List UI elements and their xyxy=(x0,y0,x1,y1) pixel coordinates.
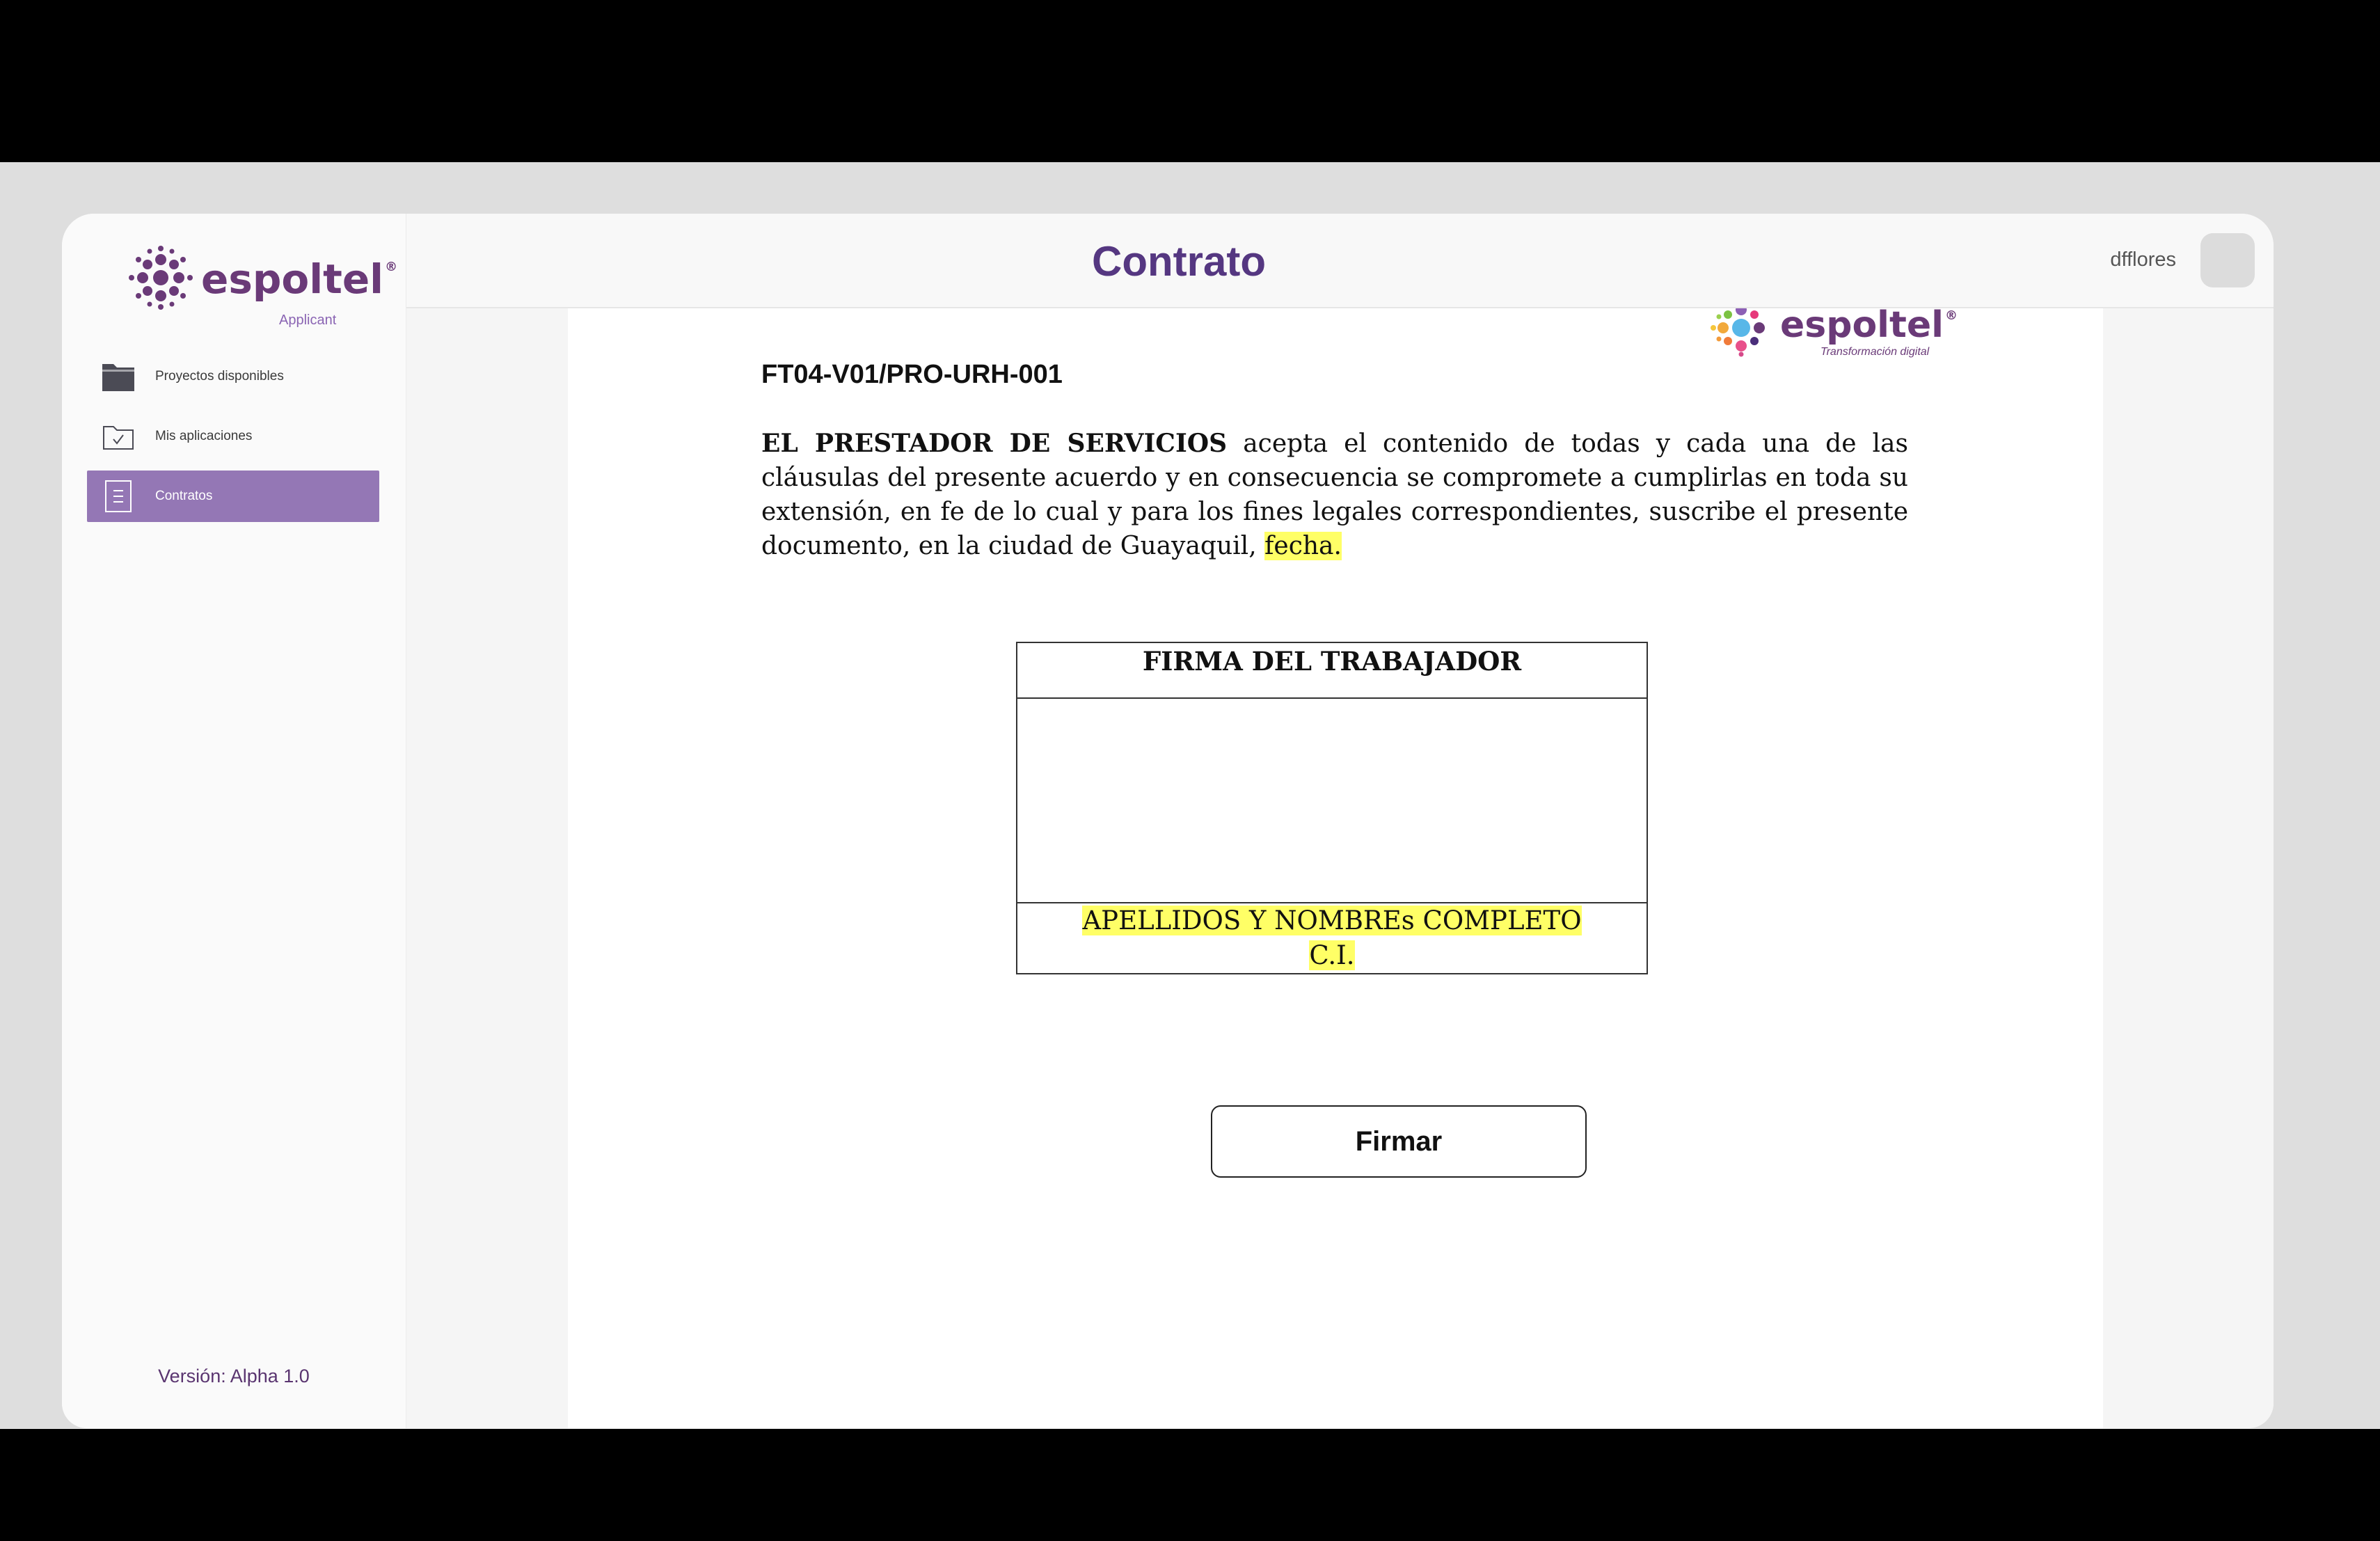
sidebar: espoltel ® Applicant Proyectos disponible… xyxy=(62,214,406,1428)
header: Contrato dfflores xyxy=(406,214,2274,308)
folder-check-icon xyxy=(101,419,136,454)
document-page: espoltel ® Transformación digital FT04-V0… xyxy=(568,308,2103,1428)
page-title: Contrato xyxy=(1092,238,1266,285)
sign-button[interactable]: Firmar xyxy=(1211,1105,1587,1178)
colorful-dots-icon xyxy=(1711,308,1765,357)
profile-avatar-button[interactable] xyxy=(2200,233,2255,287)
document-paragraph: EL PRESTADOR DE SERVICIOS acepta el cont… xyxy=(761,427,1908,563)
paragraph-date-highlight: fecha. xyxy=(1264,532,1342,560)
signature-table: FIRMA DEL TRABAJADOR APELLIDOS Y NOMBREs… xyxy=(1016,642,1648,974)
document-viewer[interactable]: espoltel ® Transformación digital FT04-V0… xyxy=(406,308,2274,1428)
app-window: espoltel ® Applicant Proyectos disponible… xyxy=(62,214,2274,1428)
sidebar-item-proyectos-disponibles[interactable]: Proyectos disponibles xyxy=(87,351,379,402)
brand-name: espoltel ® xyxy=(201,255,398,303)
signature-table-header: FIRMA DEL TRABAJADOR xyxy=(1017,643,1647,699)
signature-id-line: C.I. xyxy=(1309,940,1355,970)
signature-box xyxy=(1017,699,1647,903)
registered-mark: ® xyxy=(1944,308,1958,323)
signature-table-footer: APELLIDOS Y NOMBREs COMPLETO C.I. xyxy=(1017,903,1647,973)
document-logo-name: espoltel ® xyxy=(1780,308,1958,346)
document-logo-subtitle: Transformación digital xyxy=(1820,346,1930,358)
sidebar-item-mis-aplicaciones[interactable]: Mis aplicaciones xyxy=(87,411,379,462)
username-label: dfflores xyxy=(2110,248,2176,271)
registered-mark: ® xyxy=(385,260,398,274)
document-list-icon xyxy=(101,479,136,514)
sidebar-item-label: Contratos xyxy=(155,489,213,503)
signature-name-line: APELLIDOS Y NOMBREs COMPLETO xyxy=(1082,906,1582,935)
folder-icon xyxy=(101,359,136,394)
paragraph-lead: EL PRESTADOR DE SERVICIOS xyxy=(761,429,1228,458)
document-code: FT04-V01/PRO-URH-001 xyxy=(761,360,1063,389)
version-label: Versión: Alpha 1.0 xyxy=(158,1366,310,1386)
brand-dots-icon xyxy=(129,246,193,310)
brand-subtitle: Applicant xyxy=(279,313,337,328)
document-logo: espoltel ® Transformación digital xyxy=(1705,308,1958,361)
sidebar-item-label: Mis aplicaciones xyxy=(155,429,253,443)
sidebar-item-contratos[interactable]: Contratos xyxy=(87,471,379,522)
brand-logo: espoltel ® Applicant xyxy=(129,243,397,328)
sidebar-item-label: Proyectos disponibles xyxy=(155,369,284,384)
